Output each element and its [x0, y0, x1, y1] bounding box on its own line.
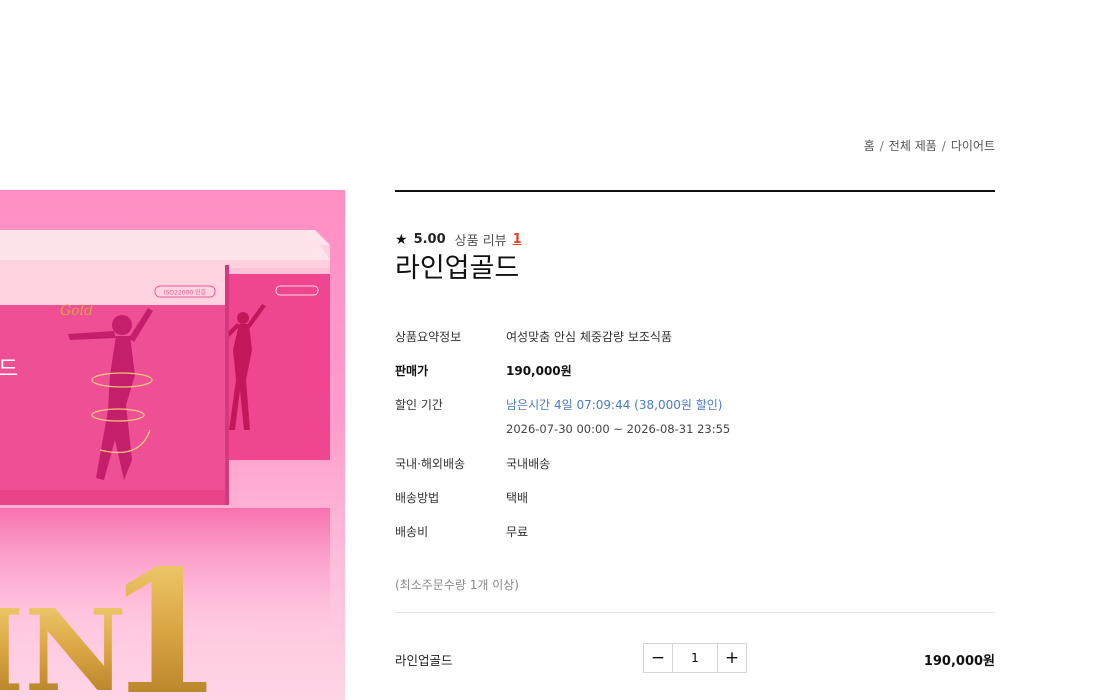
info-row-shipping-region: 국내·해외배송 국내배송	[395, 455, 995, 472]
info-value: 국내배송	[506, 457, 551, 471]
product-image: ISO22000 인증 Gold 드 IN 1	[0, 190, 345, 700]
min-order-note: (최소주문수량 1개 이상)	[395, 578, 519, 592]
info-label: 배송비	[395, 525, 429, 539]
review-count-link[interactable]: 1	[513, 232, 522, 247]
product-photo: ISO22000 인증 Gold 드 IN 1	[0, 230, 330, 700]
info-row-discount-period: 2026-07-30 00:00 ~ 2026-08-31 23:55	[395, 422, 995, 436]
option-name: 라인업골드	[395, 653, 453, 668]
rating-score: 5.00	[413, 232, 446, 247]
product-info-panel: ★ 5.00 상품 리뷰 1 라인업골드 상품요약정보 여성맞춤 안심 체중감량…	[395, 190, 995, 673]
info-row-summary: 상품요약정보 여성맞춤 안심 체중감량 보조식품	[395, 328, 995, 345]
sale-price: 190,000원	[506, 364, 572, 378]
discount-period: 2026-07-30 00:00 ~ 2026-08-31 23:55	[506, 422, 731, 436]
info-row-shipping-fee: 배송비 무료	[395, 523, 995, 540]
product-title: 라인업골드	[395, 253, 520, 284]
quantity-stepper: − +	[643, 643, 747, 673]
breadcrumb-diet[interactable]: 다이어트	[951, 137, 995, 154]
info-row-discount: 할인 기간 남은시간 4일 07:09:44 (38,000원 할인)	[395, 396, 995, 413]
section-divider	[395, 190, 995, 192]
info-value: 택배	[506, 491, 529, 505]
gold-one-text: 1	[105, 533, 223, 700]
quantity-decrease-button[interactable]: −	[644, 644, 672, 672]
info-value: 여성맞춤 안심 체중감량 보조식품	[506, 330, 673, 344]
info-label: 상품요약정보	[395, 330, 462, 344]
info-value: 무료	[506, 525, 529, 539]
quantity-increase-button[interactable]: +	[718, 644, 746, 672]
certification-badge: ISO22000 인증	[164, 290, 207, 297]
breadcrumb: 홈 / 전체 제품 / 다이어트	[864, 137, 995, 154]
option-row: 라인업골드 − + 190,000원	[395, 643, 995, 673]
gold-signature: Gold	[60, 303, 93, 319]
discount-countdown: 남은시간 4일 07:09:44 (38,000원 할인)	[506, 398, 723, 412]
option-divider	[395, 612, 995, 613]
info-row-shipping-method: 배송방법 택배	[395, 489, 995, 506]
breadcrumb-separator: /	[879, 138, 884, 153]
option-price: 190,000원	[923, 654, 995, 669]
info-label: 국내·해외배송	[395, 457, 466, 471]
breadcrumb-separator: /	[941, 138, 946, 153]
info-label: 판매가	[395, 364, 429, 378]
box-label-fragment: 드	[0, 357, 18, 382]
breadcrumb-all-products[interactable]: 전체 제품	[889, 137, 937, 154]
quantity-input[interactable]	[672, 644, 718, 672]
info-label: 배송방법	[395, 491, 440, 505]
info-row-price: 판매가 190,000원	[395, 362, 995, 379]
breadcrumb-home[interactable]: 홈	[864, 137, 875, 154]
info-label: 할인 기간	[395, 398, 443, 412]
